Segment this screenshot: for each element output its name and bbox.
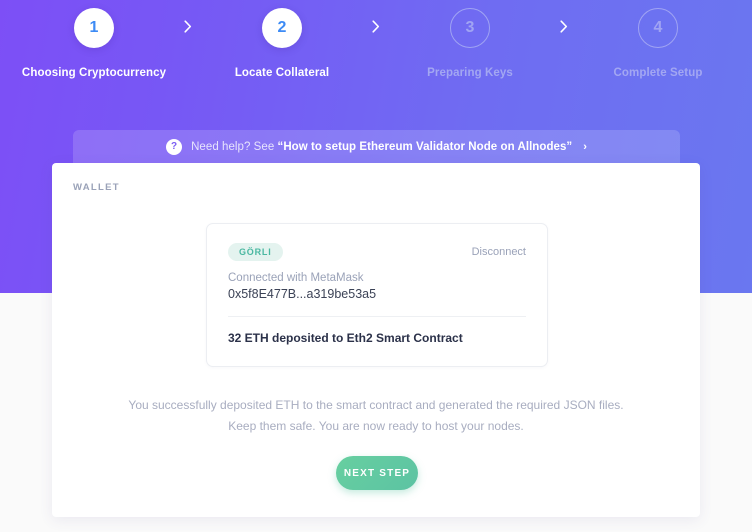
wallet-address[interactable]: 0x5f8E477B...a319be53a5 xyxy=(207,284,547,301)
stepper: 1 Choosing Cryptocurrency 2 Locate Colla… xyxy=(0,0,752,112)
step-1-label: Choosing Cryptocurrency xyxy=(21,67,167,79)
wallet-connected-label: Connected with MetaMask xyxy=(228,272,364,284)
deposit-status: 32 ETH deposited to Eth2 Smart Contract xyxy=(228,331,463,345)
help-banner-link[interactable]: “How to setup Ethereum Validator Node on… xyxy=(278,141,573,153)
step-2-label: Locate Collateral xyxy=(234,67,330,79)
wallet-card: GÖRLI Disconnect Connected with MetaMask… xyxy=(206,223,548,367)
step-2-locate-collateral[interactable]: 2 Locate Collateral xyxy=(199,8,365,79)
success-description: You successfully deposited ETH to the sm… xyxy=(128,398,624,433)
step-2-circle: 2 xyxy=(262,8,302,48)
chevron-right-icon xyxy=(553,8,575,33)
help-banner-prefix: Need help? See xyxy=(191,141,278,153)
step-4-circle: 4 xyxy=(638,8,678,48)
wallet-section-title: WALLET xyxy=(73,182,120,193)
main-card: WALLET GÖRLI Disconnect Connected with M… xyxy=(52,163,700,517)
help-banner-text: Need help? See “How to setup Ethereum Va… xyxy=(191,141,572,153)
step-3-circle: 3 xyxy=(450,8,490,48)
step-3-preparing-keys[interactable]: 3 Preparing Keys xyxy=(387,8,553,79)
chevron-right-icon xyxy=(177,8,199,33)
step-3-label: Preparing Keys xyxy=(427,67,513,79)
wallet-card-header: GÖRLI Disconnect xyxy=(207,224,547,261)
step-1-choosing-cryptocurrency[interactable]: 1 Choosing Cryptocurrency xyxy=(11,8,177,79)
chevron-right-icon: › xyxy=(583,141,587,153)
next-step-button[interactable]: NEXT STEP xyxy=(336,456,418,490)
question-mark-icon: ? xyxy=(166,139,183,155)
chevron-right-icon xyxy=(365,8,387,33)
network-badge: GÖRLI xyxy=(228,243,283,261)
step-4-label: Complete Setup xyxy=(613,67,703,79)
step-1-circle: 1 xyxy=(74,8,114,48)
step-4-complete-setup[interactable]: 4 Complete Setup xyxy=(575,8,741,79)
disconnect-button[interactable]: Disconnect xyxy=(472,246,526,258)
